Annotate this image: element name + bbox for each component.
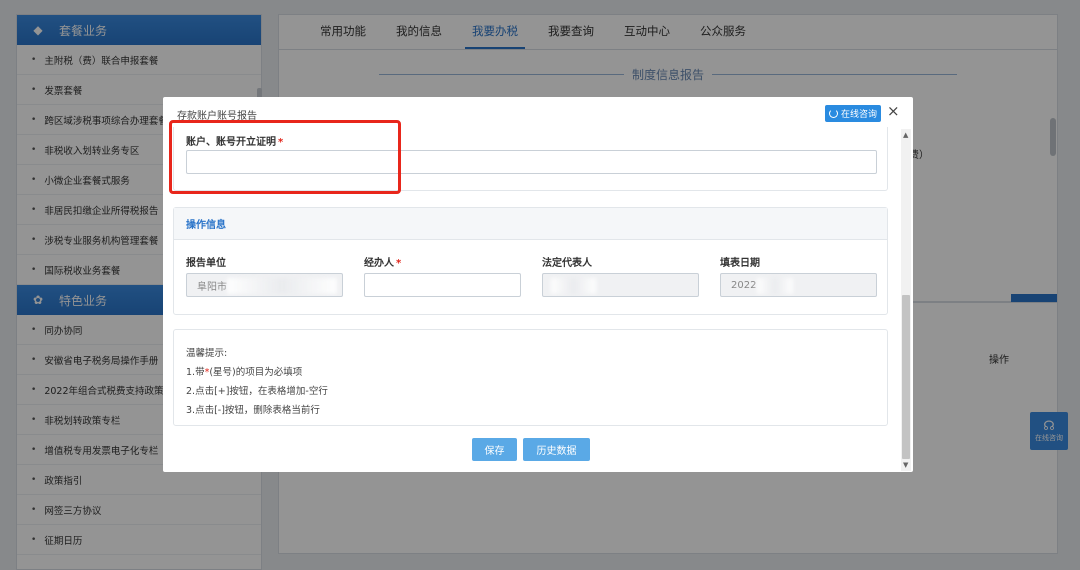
- report-unit-input: 阜阳市: [186, 273, 343, 297]
- fill-date-label: 填表日期: [720, 258, 760, 269]
- report-unit-label: 报告单位: [186, 258, 226, 269]
- refresh-icon: [828, 109, 838, 118]
- handler-label-text: 经办人: [364, 258, 394, 269]
- dialog-scrollbar[interactable]: ▲ ▼: [901, 129, 911, 471]
- handler-input[interactable]: [364, 273, 521, 297]
- tips-card: 温馨提示: 1.带*(星号)的项目为必填项 2.点击[+]按钮，在表格增加-空行…: [173, 329, 888, 426]
- handler-label: 经办人 *: [364, 254, 521, 269]
- redaction-blur: [227, 278, 337, 294]
- report-unit-field: 报告单位 阜阳市: [186, 254, 343, 297]
- operation-info-card: 操作信息 报告单位 阜阳市 经办人 * 法定代表人 填表日期 2022: [173, 207, 888, 315]
- tip-text: 1.带: [186, 367, 205, 378]
- handler-field: 经办人 *: [364, 254, 521, 297]
- redaction-blur: [551, 278, 596, 294]
- online-consult-label: 在线咨询: [840, 110, 877, 120]
- tip-text: (星号)的项目为必填项: [209, 367, 303, 378]
- scroll-up-arrow-icon[interactable]: ▲: [903, 131, 908, 139]
- history-data-button[interactable]: 历史数据: [523, 438, 590, 461]
- legal-rep-label: 法定代表人: [542, 258, 592, 269]
- fill-date-field: 填表日期 2022: [720, 254, 877, 297]
- operation-info-title: 操作信息: [174, 208, 887, 240]
- legal-rep-input: [542, 273, 699, 297]
- fill-date-input: 2022: [720, 273, 877, 297]
- report-unit-value: 阜阳市: [197, 281, 227, 293]
- tip-line-2: 2.点击[+]按钮，在表格增加-空行: [186, 386, 328, 397]
- annotation-highlight-box: [169, 120, 401, 194]
- save-button[interactable]: 保存: [472, 438, 517, 461]
- scrollbar-thumb[interactable]: [902, 295, 910, 459]
- legal-rep-field: 法定代表人: [542, 254, 699, 297]
- tips-heading: 温馨提示:: [186, 348, 228, 359]
- fill-date-value: 2022: [731, 279, 757, 291]
- redaction-blur: [757, 278, 793, 294]
- tip-line-3: 3.点击[-]按钮，删除表格当前行: [186, 405, 320, 416]
- online-consult-button[interactable]: 在线咨询: [825, 105, 881, 122]
- tip-line-1: 1.带*(星号)的项目为必填项: [186, 363, 887, 382]
- required-mark: *: [396, 258, 402, 269]
- scroll-down-arrow-icon[interactable]: ▼: [903, 461, 908, 469]
- close-icon[interactable]: ×: [887, 103, 900, 119]
